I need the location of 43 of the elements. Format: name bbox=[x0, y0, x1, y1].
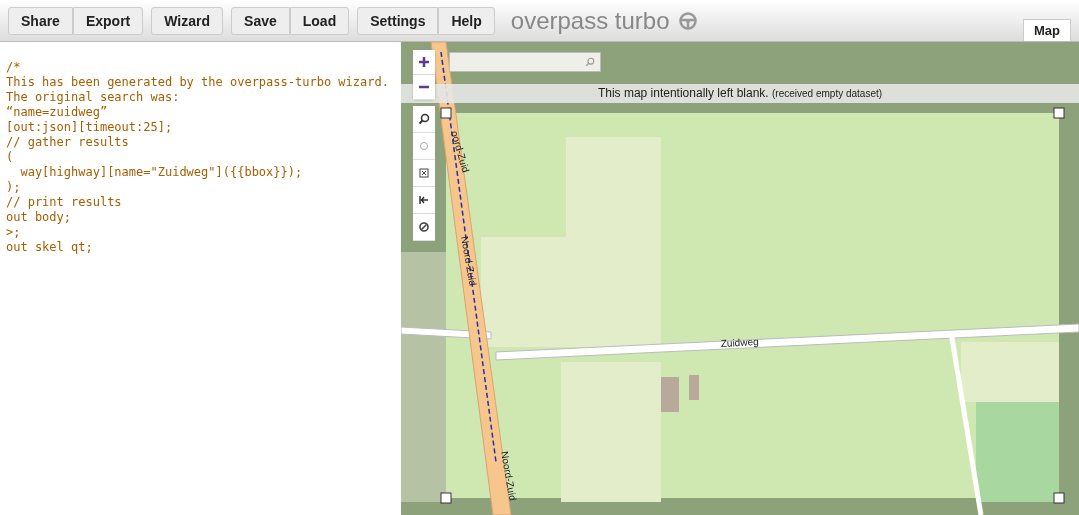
zoom-in-button[interactable] bbox=[413, 50, 435, 75]
resize-handle[interactable] bbox=[1053, 107, 1065, 119]
toolbar-button[interactable]: Wizard bbox=[151, 6, 224, 35]
view-tab[interactable]: Map bbox=[1023, 19, 1071, 41]
search-icon bbox=[585, 57, 595, 67]
code-line: [out:json][timeout:25]; bbox=[6, 120, 174, 135]
toolbar-button[interactable]: Settings bbox=[357, 6, 439, 35]
code-line: // gather results bbox=[6, 135, 130, 150]
map-search-field[interactable] bbox=[449, 52, 601, 72]
arrow-to-bar-icon[interactable] bbox=[418, 194, 430, 206]
building-shape bbox=[661, 377, 679, 412]
road-label: Noord-Zuid bbox=[499, 450, 519, 502]
resize-handle[interactable] bbox=[1053, 492, 1065, 504]
code-line: The original search was: bbox=[6, 90, 181, 105]
code-line: // print results bbox=[6, 195, 123, 210]
code-line: /* bbox=[6, 60, 22, 75]
search-icon[interactable] bbox=[418, 113, 430, 125]
plus-icon bbox=[418, 56, 430, 68]
code-line: out skel qt; bbox=[6, 240, 94, 255]
toolbar-button[interactable]: Load bbox=[289, 6, 350, 35]
zoom-out-button[interactable] bbox=[413, 75, 435, 100]
code-line: way[highway][name="Zuidweg"]({{bbox}}); bbox=[19, 165, 304, 180]
road-label: Zuidweg bbox=[720, 336, 759, 349]
code-line: ); bbox=[6, 180, 22, 195]
app-title: overpass turbo bbox=[510, 6, 670, 35]
banner-note: (received empty dataset) bbox=[772, 88, 883, 99]
banner-message: This map intentionally left blank. bbox=[597, 86, 769, 100]
toolbar-button[interactable]: Export bbox=[72, 6, 144, 35]
steering-wheel-icon bbox=[677, 10, 698, 31]
prohibited-icon[interactable] bbox=[418, 221, 430, 233]
resize-handle[interactable] bbox=[440, 107, 452, 119]
toolbar-button[interactable]: Help bbox=[438, 6, 495, 35]
toolbar-button[interactable]: Save bbox=[231, 6, 290, 35]
code-line: “name=zuidweg” bbox=[6, 105, 109, 120]
toolbar-button[interactable]: Share bbox=[8, 6, 73, 35]
code-line: ( bbox=[6, 150, 15, 165]
building-shape bbox=[689, 375, 699, 400]
code-line: >; bbox=[6, 225, 22, 240]
road-label: Noord-Zuid bbox=[459, 235, 479, 287]
resize-handle[interactable] bbox=[440, 492, 452, 504]
code-line: This has been generated by the overpass-turbo wizard. bbox=[6, 75, 390, 90]
boxed-x-icon[interactable] bbox=[418, 167, 430, 179]
code-line: out body; bbox=[6, 210, 73, 225]
